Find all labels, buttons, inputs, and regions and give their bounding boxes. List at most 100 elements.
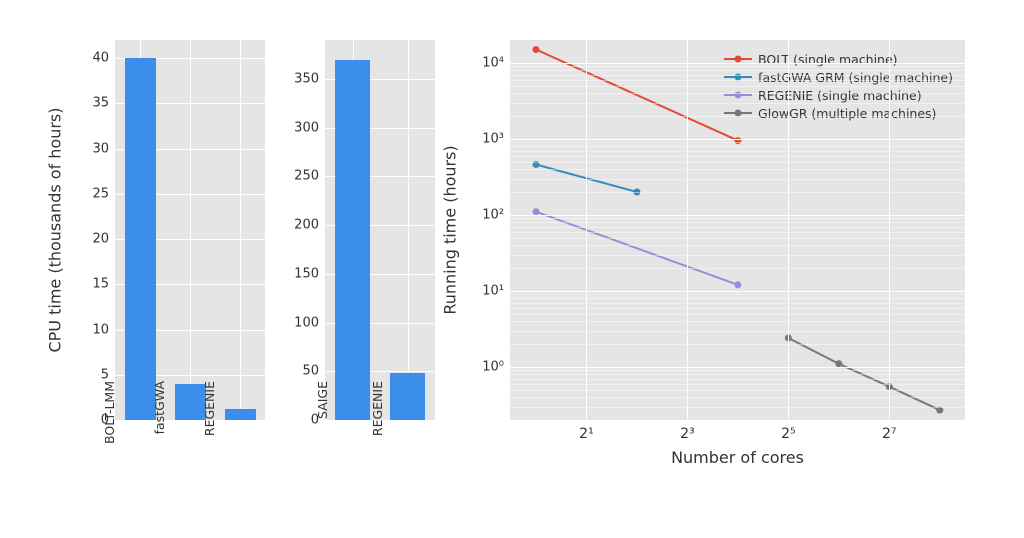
xtick-label: REGENIE [202,381,217,471]
xtick-label: 2⁷ [882,420,897,442]
gridline-minor [510,294,965,295]
ytick-label: 40 [92,51,115,66]
gridline-minor [510,179,965,180]
ytick-label: 10⁴ [482,55,510,70]
gridline-minor [510,397,965,398]
xtick-label: 2⁵ [781,420,796,442]
legend-label: GlowGR (multiple machines) [758,106,936,121]
figure: CPU time (thousands of hours) 0510152025… [0,0,1024,538]
xtick-label: BOLT-LMM [102,381,117,471]
gridline-minor [510,75,965,76]
legend-marker [735,56,742,63]
ytick-label: 150 [294,266,325,281]
ytick-label: 10¹ [482,283,510,298]
gridline-minor [510,93,965,94]
ytick-label: 50 [302,364,325,379]
gridline-minor [510,379,965,380]
bar-chart-left: CPU time (thousands of hours) 0510152025… [115,40,265,420]
legend-swatch [724,76,752,78]
gridline [586,40,587,420]
ytick-label: 20 [92,232,115,247]
bar [390,373,424,420]
ytick-label: 10⁰ [482,359,510,374]
ytick-label: 10 [92,322,115,337]
gridline-minor [510,169,965,170]
legend-item: BOLT (single machine) [724,50,953,68]
ytick-label: 10³ [482,131,510,146]
gridline-minor [510,116,965,117]
bar [335,60,369,421]
gridline [510,291,965,292]
gridline-minor [510,370,965,371]
gridline-minor [510,255,965,256]
gridline-minor [510,344,965,345]
gridline-minor [510,86,965,87]
gridline-minor [510,321,965,322]
xtick-label: REGENIE [370,381,385,471]
legend-label: REGENIE (single machine) [758,88,922,103]
gridline-minor [510,245,965,246]
ytick-label: 250 [294,169,325,184]
ytick-label: 300 [294,120,325,135]
ytick-label: 15 [92,277,115,292]
legend-label: BOLT (single machine) [758,52,898,67]
gridline [510,63,965,64]
gridline [510,215,965,216]
gridline-minor [510,384,965,385]
gridline-minor [510,268,965,269]
legend-label: fastGWA GRM (single machine) [758,70,953,85]
legend-item: REGENIE (single machine) [724,86,953,104]
gridline-minor [510,331,965,332]
ytick-label: 25 [92,186,115,201]
xtick-label: 2³ [680,420,695,442]
gridline-minor [510,222,965,223]
gridline-minor [510,314,965,315]
series-marker [532,46,539,53]
gridline-minor [510,407,965,408]
ytick-label: 5 [101,367,115,382]
gridline-minor [510,156,965,157]
ytick-label: 350 [294,71,325,86]
ylabel-right: Running time (hours) [441,145,460,314]
gridline-minor [510,162,965,163]
bar-chart-middle: 050100150200250300350SAIGEREGENIE [325,40,435,420]
gridline [510,367,965,368]
ytick-label: 30 [92,141,115,156]
gridline-minor [510,151,965,152]
gridline-minor [510,70,965,71]
gridline-minor [510,142,965,143]
ytick-label: 200 [294,218,325,233]
series-marker [734,281,741,288]
series-marker [936,407,943,414]
xtick-label: 2¹ [579,420,594,442]
gridline-minor [510,298,965,299]
gridline-minor [510,374,965,375]
gridline-minor [510,218,965,219]
legend-swatch [724,94,752,96]
legend-swatch [724,112,752,114]
gridline [190,40,191,420]
gridline [240,40,241,420]
legend-item: GlowGR (multiple machines) [724,104,953,122]
xtick-label: SAIGE [315,381,330,471]
gridline-minor [510,308,965,309]
gridline-minor [510,232,965,233]
gridline-minor [510,238,965,239]
gridline-minor [510,103,965,104]
gridline [408,40,409,420]
gridline-minor [510,390,965,391]
gridline [510,139,965,140]
gridline-minor [510,192,965,193]
gridline-minor [510,80,965,81]
ytick-label: 100 [294,315,325,330]
bar [175,384,206,420]
ylabel-left: CPU time (thousands of hours) [46,107,65,352]
xtick-label: fastGWA [152,381,167,471]
line-chart-right: Running time (hours) Number of cores BOL… [510,40,965,420]
gridline-minor [510,303,965,304]
ytick-label: 35 [92,96,115,111]
gridline [115,420,265,421]
bar [125,58,156,420]
gridline [687,40,688,420]
legend-swatch [724,58,752,60]
